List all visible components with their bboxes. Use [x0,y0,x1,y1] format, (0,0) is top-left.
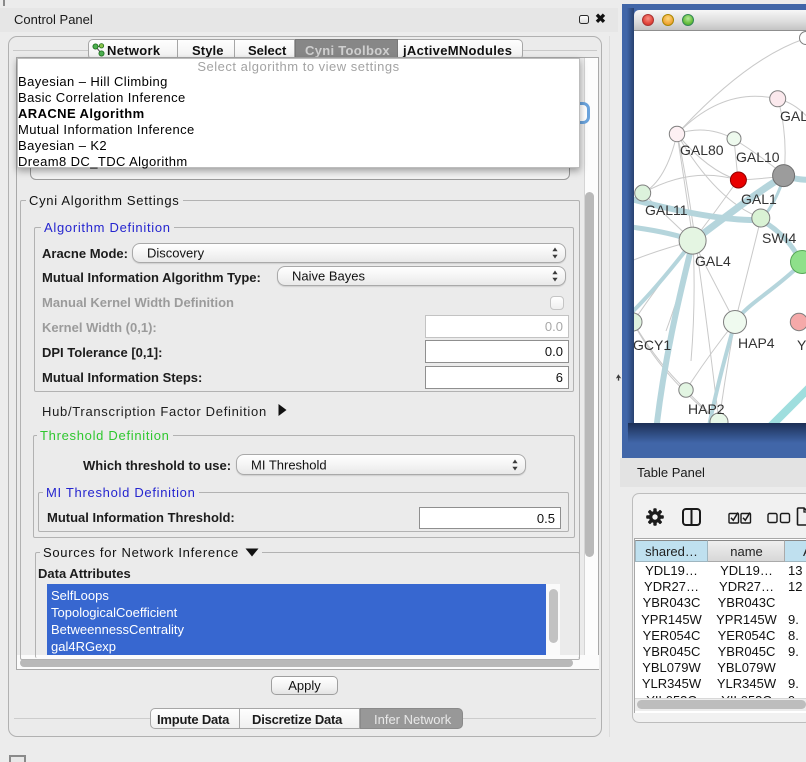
svg-text:HAP4: HAP4 [738,335,775,351]
svg-text:GAL11: GAL11 [645,202,688,218]
svg-text:GAL80: GAL80 [680,142,724,158]
svg-text:GAL7: GAL7 [780,108,806,124]
svg-text:GAL4: GAL4 [695,253,731,269]
svg-text:HAP2: HAP2 [688,401,725,417]
svg-text:GCY1: GCY1 [634,337,671,353]
svg-text:Y: Y [797,337,806,353]
svg-text:GAL1: GAL1 [741,191,777,207]
svg-text:SWI4: SWI4 [762,230,796,246]
svg-text:GAL10: GAL10 [736,149,780,165]
